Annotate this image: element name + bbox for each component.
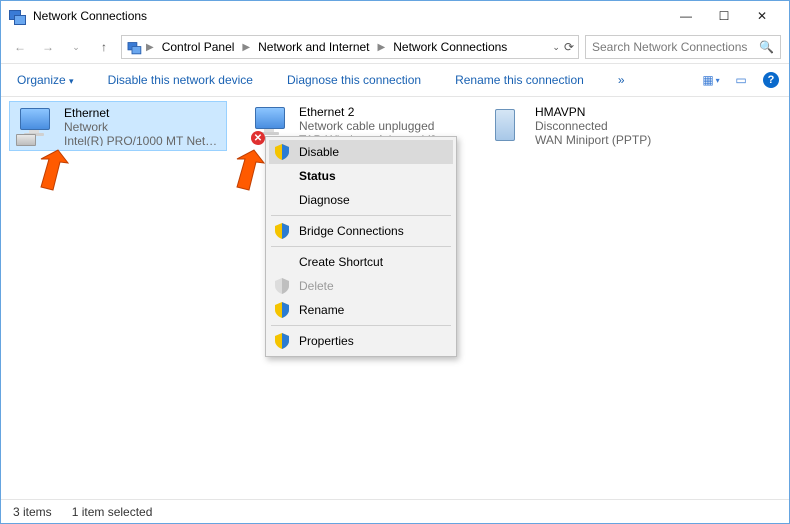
breadcrumb-item[interactable]: Network and Internet	[254, 38, 373, 56]
chevron-right-icon: ▶	[242, 42, 250, 53]
overflow-button[interactable]: »	[612, 69, 631, 91]
menu-separator	[271, 246, 451, 247]
help-icon[interactable]: ?	[763, 72, 779, 88]
connection-status: Network	[64, 120, 220, 134]
selection-count: 1 item selected	[72, 505, 153, 519]
search-icon: 🔍	[759, 40, 774, 54]
command-toolbar: Organize ▾ Disable this network device D…	[1, 63, 789, 97]
connection-name: Ethernet	[64, 106, 220, 120]
item-count: 3 items	[13, 505, 52, 519]
window-controls: — ☐ ✕	[667, 1, 781, 31]
menu-separator	[271, 215, 451, 216]
menu-item-disable[interactable]: Disable	[269, 140, 453, 164]
menu-item-shortcut[interactable]: Create Shortcut	[269, 250, 453, 274]
annotation-arrow	[219, 145, 269, 195]
ethernet-icon	[16, 106, 56, 146]
connection-name: Ethernet 2	[299, 105, 437, 119]
annotation-arrow	[23, 145, 73, 195]
context-menu: Disable Status Diagnose Bridge Connectio…	[265, 136, 457, 357]
breadcrumb-item[interactable]: Network Connections	[389, 38, 511, 56]
content-area: Ethernet Network Intel(R) PRO/1000 MT Ne…	[1, 97, 789, 487]
history-dropdown-icon[interactable]: ⌄	[552, 42, 560, 53]
menu-item-bridge[interactable]: Bridge Connections	[269, 219, 453, 243]
shield-icon	[275, 333, 289, 349]
connection-tile-hmavpn[interactable]: HMAVPN Disconnected WAN Miniport (PPTP)	[481, 101, 699, 151]
view-options-icon[interactable]: ▦▾	[703, 72, 719, 88]
chevron-down-icon: ▾	[69, 76, 74, 86]
back-button[interactable]: ←	[9, 36, 31, 58]
chevron-right-icon: ▶	[378, 42, 386, 53]
menu-item-properties[interactable]: Properties	[269, 329, 453, 353]
rename-button[interactable]: Rename this connection	[449, 69, 590, 91]
menu-separator	[271, 325, 451, 326]
diagnose-button[interactable]: Diagnose this connection	[281, 69, 427, 91]
disable-device-button[interactable]: Disable this network device	[102, 69, 259, 91]
menu-item-rename[interactable]: Rename	[269, 298, 453, 322]
menu-item-delete: Delete	[269, 274, 453, 298]
app-icon	[9, 8, 25, 24]
connection-status: Disconnected	[535, 119, 651, 133]
status-bar: 3 items 1 item selected	[1, 499, 789, 523]
address-bar: ← → ⌄ ↑ ▶ Control Panel ▶ Network and In…	[1, 31, 789, 63]
window-title: Network Connections	[33, 9, 147, 23]
breadcrumb-item[interactable]: Control Panel	[158, 38, 239, 56]
connection-detail: Intel(R) PRO/1000 MT Network C...	[64, 134, 220, 146]
recent-locations-button[interactable]: ⌄	[65, 36, 87, 58]
vpn-server-icon	[487, 105, 527, 145]
connection-tile-ethernet[interactable]: Ethernet Network Intel(R) PRO/1000 MT Ne…	[9, 101, 227, 151]
refresh-icon[interactable]: ⟳	[564, 40, 574, 54]
up-button[interactable]: ↑	[93, 36, 115, 58]
minimize-button[interactable]: —	[667, 1, 705, 31]
connection-detail: WAN Miniport (PPTP)	[535, 133, 651, 147]
path-icon	[128, 41, 141, 54]
preview-pane-icon[interactable]: ▭	[733, 72, 749, 88]
shield-icon	[275, 144, 289, 160]
forward-button[interactable]: →	[37, 36, 59, 58]
menu-item-status[interactable]: Status	[269, 164, 453, 188]
organize-button[interactable]: Organize ▾	[11, 69, 80, 91]
menu-item-diagnose[interactable]: Diagnose	[269, 188, 453, 212]
search-input[interactable]: Search Network Connections 🔍	[585, 35, 781, 59]
breadcrumb[interactable]: ▶ Control Panel ▶ Network and Internet ▶…	[121, 35, 579, 59]
shield-icon	[275, 278, 289, 294]
chevron-right-icon: ▶	[146, 42, 154, 53]
shield-icon	[275, 223, 289, 239]
connection-name: HMAVPN	[535, 105, 651, 119]
shield-icon	[275, 302, 289, 318]
connection-status: Network cable unplugged	[299, 119, 437, 133]
search-placeholder: Search Network Connections	[592, 40, 747, 54]
maximize-button[interactable]: ☐	[705, 1, 743, 31]
title-bar: Network Connections — ☐ ✕	[1, 1, 789, 31]
close-button[interactable]: ✕	[743, 1, 781, 31]
